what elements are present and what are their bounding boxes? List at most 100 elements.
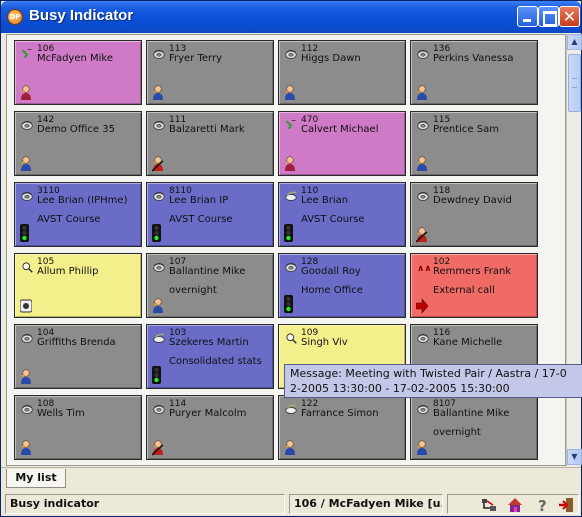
busy-grid: 106 McFadyen Mike 113 Fryer Terry 112 Higgs D… <box>6 34 566 466</box>
tile-name: Goodall Roy <box>301 266 361 277</box>
close-button[interactable]: ✕ <box>559 6 580 27</box>
busy-tile[interactable]: 106 McFadyen Mike <box>14 40 142 105</box>
message-tooltip: Message: Meeting with Twisted Pair / Aas… <box>284 364 582 398</box>
tile-name: Prentice Sam <box>433 124 499 135</box>
busy-tile[interactable]: 113 Fryer Terry <box>146 40 274 105</box>
tile-name: Szekeres Martin <box>169 337 249 348</box>
arrow-right-icon <box>416 298 428 314</box>
busy-tile[interactable]: 128 Goodall Roy Home Office <box>278 253 406 318</box>
phone-icon <box>285 263 297 272</box>
busy-tile[interactable]: 108 Wells Tim <box>14 395 142 460</box>
tile-name: Wells Tim <box>37 408 85 419</box>
tile-name: Balzaretti Mark <box>169 124 245 135</box>
app-logo-icon: DP <box>7 9 23 25</box>
phone-offhook-icon <box>285 404 297 414</box>
tooltip-line-2: 2-2005 13:30:00 - 17-02-2005 15:30:00 <box>290 382 510 395</box>
window-title: Busy Indicator <box>29 7 134 24</box>
person-icon <box>417 156 427 171</box>
person-icon <box>21 369 31 384</box>
home-icon[interactable] <box>506 496 524 514</box>
title-bar[interactable]: DP Busy Indicator ✕ <box>1 1 581 33</box>
svg-text:∧∧: ∧∧ <box>417 264 431 273</box>
traffic-light-icon <box>284 224 293 242</box>
phone-icon <box>21 405 33 414</box>
tab-strip: My list <box>1 467 581 489</box>
busy-tile[interactable]: 470 Calvert Michael <box>278 111 406 176</box>
phone-icon <box>153 405 165 414</box>
vertical-scrollbar[interactable]: ▲ ▼ <box>566 34 582 466</box>
scroll-down-button[interactable]: ▼ <box>567 449 582 465</box>
svg-text:?: ? <box>538 497 547 514</box>
person-busy-icon <box>285 156 295 171</box>
tile-name: Allum Phillip <box>37 266 99 277</box>
busy-tile[interactable]: 122 Farrance Simon <box>278 395 406 460</box>
phone-search-icon <box>286 333 297 344</box>
network-icon[interactable] <box>480 496 498 514</box>
tile-name: Remmers Frank <box>433 266 512 277</box>
busy-tile[interactable]: 136 Perkins Vanessa <box>410 40 538 105</box>
person-away-icon <box>416 227 428 243</box>
tab-my-list[interactable]: My list <box>6 469 66 488</box>
scroll-thumb[interactable] <box>568 54 581 112</box>
person-icon <box>153 85 163 100</box>
person-icon <box>417 440 427 455</box>
busy-indicator-window: DP Busy Indicator ✕ 106 McFadyen Mike 113 F… <box>0 0 582 517</box>
busy-tile[interactable]: 107 Ballantine Mike overnight <box>146 253 274 318</box>
busy-tile[interactable]: 8110 Lee Brian IP AVST Course <box>146 182 274 247</box>
busy-tile[interactable]: 105 Allum Phillip <box>14 253 142 318</box>
tile-name: Kane Michelle <box>433 337 503 348</box>
busy-tile[interactable]: 118 Dewdney David <box>410 182 538 247</box>
busy-tile[interactable]: ∧∧ 102 Remmers Frank External call <box>410 253 538 318</box>
phone-ringing-icon <box>21 49 32 59</box>
busy-tile[interactable]: 103 Szekeres Martin Consolidated stats <box>146 324 274 389</box>
help-icon[interactable]: ? <box>534 496 552 514</box>
traffic-light-icon <box>284 295 293 313</box>
tile-note: Consolidated stats <box>169 356 262 367</box>
tile-name: Demo Office 35 <box>37 124 115 135</box>
phone-icon <box>417 405 429 414</box>
tile-note: AVST Course <box>301 214 365 225</box>
tile-note: Home Office <box>301 285 363 296</box>
phone-icon <box>153 121 165 130</box>
busy-tile[interactable]: 115 Prentice Sam <box>410 111 538 176</box>
status-text: Busy indicator <box>5 494 285 514</box>
traffic-light-icon <box>152 224 161 242</box>
scroll-up-button[interactable]: ▲ <box>567 34 582 50</box>
tile-name: Ballantine Mike <box>169 266 246 277</box>
tile-name: Griffiths Brenda <box>37 337 116 348</box>
person-icon <box>153 298 163 313</box>
status-icon-group: ? <box>447 494 579 514</box>
person-away-icon <box>152 156 164 172</box>
traffic-light-icon <box>152 366 161 384</box>
tile-name: Dewdney David <box>433 195 512 206</box>
minimize-button[interactable] <box>517 6 538 27</box>
phone-icon <box>417 50 429 59</box>
person-away-icon <box>152 440 164 456</box>
person-icon <box>21 440 31 455</box>
busy-tile[interactable]: 114 Puryer Malcolm <box>146 395 274 460</box>
busy-tile[interactable]: 111 Balzaretti Mark <box>146 111 274 176</box>
tile-name: Singh Viv <box>301 337 348 348</box>
status-selected-user: 106 / McFadyen Mike [u... <box>289 494 443 514</box>
tile-name: Ballantine Mike <box>433 408 510 419</box>
phone-icon <box>21 334 33 343</box>
busy-tile[interactable]: 110 Lee Brian AVST Course <box>278 182 406 247</box>
busy-tile[interactable]: 104 Griffiths Brenda <box>14 324 142 389</box>
exit-icon[interactable] <box>558 496 576 514</box>
tile-name: Fryer Terry <box>169 53 223 64</box>
phone-icon <box>153 192 165 201</box>
tile-name: Calvert Michael <box>301 124 379 135</box>
busy-tile[interactable]: 8107 Ballantine Mike overnight <box>410 395 538 460</box>
phone-icon <box>153 50 165 59</box>
phone-icon <box>153 263 165 272</box>
phone-icon <box>417 192 429 201</box>
phone-icon <box>417 121 429 130</box>
tile-name: Lee Brian IP <box>169 195 229 206</box>
busy-tile[interactable]: 112 Higgs Dawn <box>278 40 406 105</box>
maximize-button[interactable] <box>538 6 559 27</box>
busy-tile[interactable]: 3110 Lee Brian (IPHme) AVST Course <box>14 182 142 247</box>
traffic-light-icon <box>20 224 29 242</box>
close-icon: ✕ <box>562 7 577 26</box>
person-icon <box>285 85 295 100</box>
busy-tile[interactable]: 142 Demo Office 35 <box>14 111 142 176</box>
